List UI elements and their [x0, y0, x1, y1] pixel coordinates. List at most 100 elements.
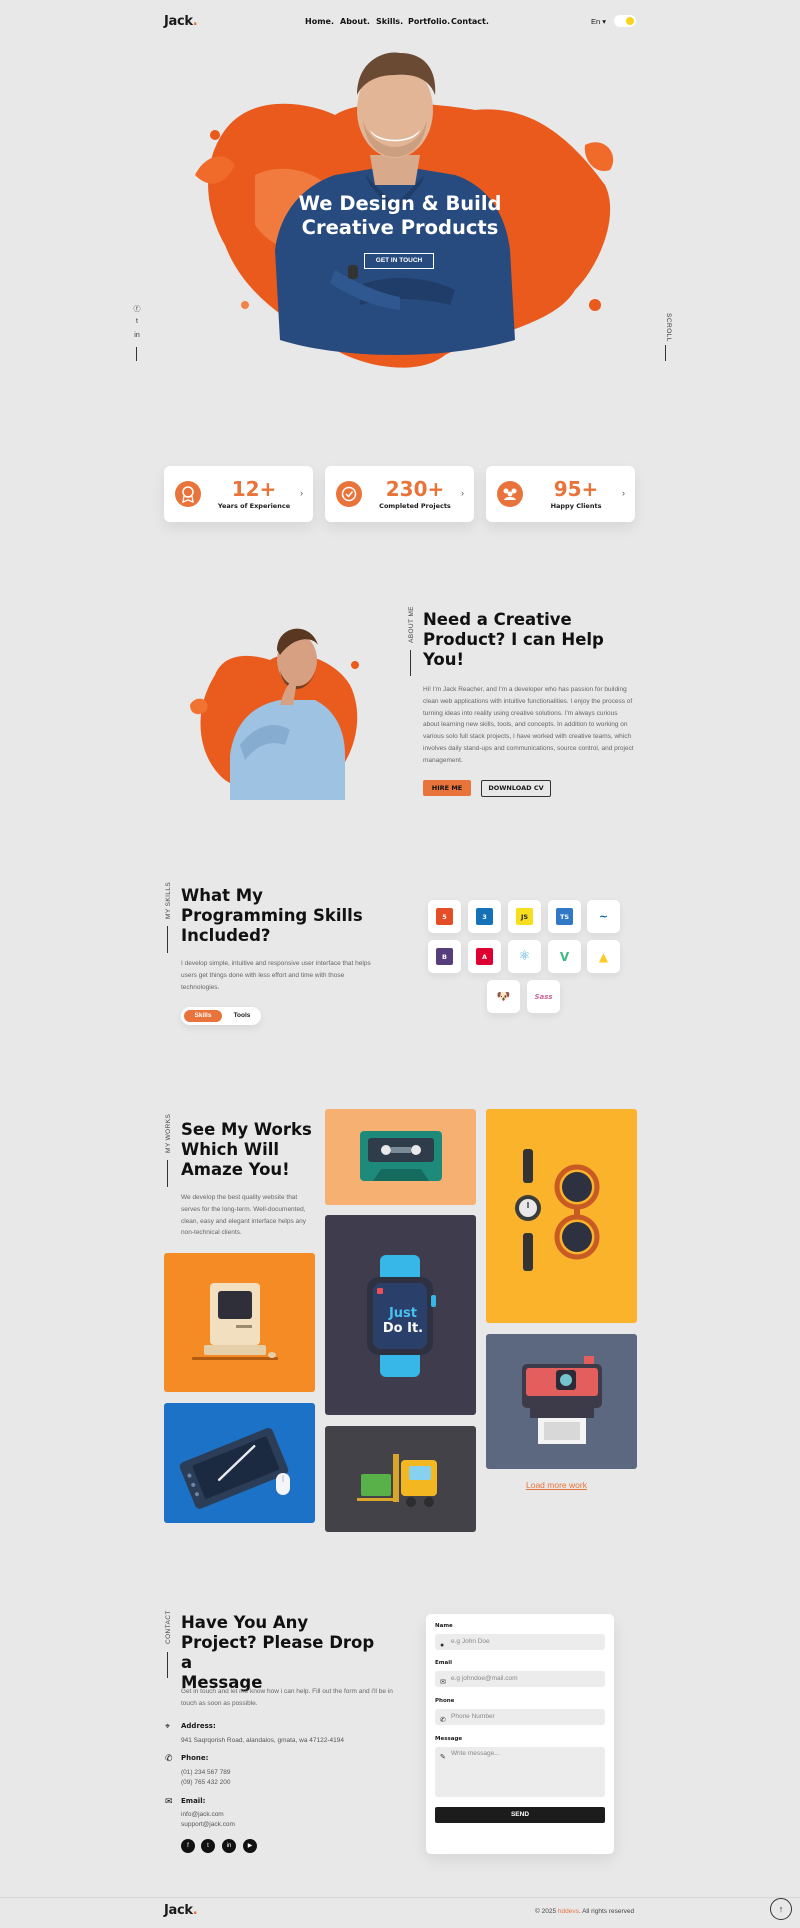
nav-portfolio[interactable]: Portfolio.	[408, 17, 450, 26]
users-icon	[497, 481, 523, 507]
copyright-text: © 2025 hddevs. All rights reserved	[535, 1908, 635, 1915]
works-side-label: MY WORKS	[165, 1113, 172, 1153]
address-label: Address:	[181, 1722, 216, 1730]
send-button[interactable]: SEND	[435, 1807, 605, 1823]
address-value: 941 Saqrqorish Road, alandalos, gmata, w…	[181, 1737, 344, 1744]
stat-label: Years of Experience	[217, 502, 291, 510]
chevron-right-icon: ›	[622, 488, 625, 498]
jquery-icon: ~	[587, 900, 620, 933]
portfolio-item-cassette[interactable]	[325, 1109, 476, 1205]
facebook-icon[interactable]: ⓕ	[133, 304, 141, 313]
load-more-link[interactable]: Load more work	[526, 1480, 587, 1490]
nav-home[interactable]: Home.	[305, 17, 334, 26]
footer-logo[interactable]: Jack.	[164, 1903, 198, 1918]
works-divider	[167, 1160, 168, 1187]
linkedin-icon[interactable]: in	[133, 332, 141, 340]
youtube-icon[interactable]: ▶	[243, 1839, 257, 1853]
stat-value: 230+	[385, 477, 445, 501]
language-select[interactable]: En ▾	[591, 17, 606, 26]
contact-text: Get in touch and let me know how i can h…	[181, 1688, 393, 1707]
typescript-icon: TS	[548, 900, 581, 933]
phone-icon: ✆	[165, 1753, 173, 1763]
portfolio-item-computer[interactable]	[164, 1253, 315, 1392]
phone-field[interactable]: ✆ Phone Number	[435, 1709, 605, 1725]
contact-title: Have You Any Project? Please Drop a Mess…	[181, 1613, 375, 1692]
phone-icon: ✆	[440, 1717, 446, 1724]
facebook-icon[interactable]: f	[181, 1839, 195, 1853]
twitter-icon[interactable]: t	[201, 1839, 215, 1853]
hire-me-button[interactable]: HIRE ME	[423, 780, 471, 796]
footer-divider	[0, 1897, 800, 1898]
theme-toggle[interactable]	[614, 15, 636, 27]
phone-label: Phone:	[181, 1754, 209, 1762]
map-pin-icon: ⌖	[165, 1721, 171, 1731]
scroll-indicator[interactable]: SCROLL	[665, 313, 672, 342]
about-image	[190, 628, 359, 800]
bootstrap-icon: B	[428, 940, 461, 973]
firebase-icon: ▲	[587, 940, 620, 973]
scroll-to-top-button[interactable]: ↑	[770, 1898, 792, 1920]
site-logo[interactable]: Jack.	[164, 14, 198, 29]
nav-skills[interactable]: Skills.	[376, 17, 403, 26]
react-icon: ⚛	[508, 940, 541, 973]
stat-card-projects[interactable]: 230+ Completed Projects ›	[325, 466, 474, 522]
hero-title: We Design & Build Creative Products	[298, 192, 502, 239]
stat-label: Happy Clients	[550, 502, 602, 510]
get-in-touch-button[interactable]: GET IN TOUCH	[364, 253, 434, 269]
watch-line-2: Do It.	[382, 1321, 424, 1336]
check-badge-icon	[336, 481, 362, 507]
mail-icon: ✉	[440, 1679, 446, 1686]
about-divider	[410, 650, 411, 676]
message-field[interactable]: ✎ Write message...	[435, 1747, 605, 1797]
skills-text: I develop simple, intuitive and responsi…	[181, 960, 371, 991]
email-value-2[interactable]: support@jack.com	[181, 1819, 235, 1830]
sun-toggle-icon	[626, 17, 634, 25]
phone-value-2[interactable]: (09) 765 432 200	[181, 1777, 231, 1788]
html5-icon: 5	[428, 900, 461, 933]
chevron-down-icon: ▾	[602, 17, 607, 26]
javascript-icon: JS	[508, 900, 541, 933]
nav-contact[interactable]: Contact.	[451, 17, 489, 26]
download-cv-button[interactable]: DOWNLOAD CV	[481, 780, 551, 797]
contact-form: Name ● e.g John Doe Email ✉ e.g johndoe@…	[426, 1614, 614, 1854]
stat-value: 12+	[231, 477, 277, 501]
nav-about[interactable]: About.	[340, 17, 370, 26]
stat-card-experience[interactable]: 12+ Years of Experience ›	[164, 466, 313, 522]
email-label: Email:	[181, 1797, 206, 1805]
hero-social-links: ⓕ t in	[133, 304, 141, 340]
contact-divider	[167, 1652, 168, 1678]
award-icon	[175, 481, 201, 507]
name-field[interactable]: ● e.g John Doe	[435, 1634, 605, 1650]
skills-side-label: MY SKILLS	[165, 881, 172, 919]
chevron-right-icon: ›	[300, 488, 303, 498]
about-side-label: ABOUT ME	[408, 605, 415, 643]
portfolio-item-camera[interactable]	[486, 1334, 637, 1469]
tab-tools[interactable]: Tools	[225, 1010, 259, 1022]
pug-icon: 🐶	[487, 980, 520, 1013]
portfolio-item-watch-glasses[interactable]	[486, 1109, 637, 1323]
user-icon: ●	[440, 1642, 445, 1649]
chevron-right-icon: ›	[461, 488, 464, 498]
portfolio-item-tablet[interactable]	[164, 1403, 315, 1523]
portfolio-item-forklift[interactable]	[325, 1426, 476, 1532]
skills-divider	[167, 926, 168, 953]
email-field[interactable]: ✉ e.g johndoe@mail.com	[435, 1671, 605, 1687]
stat-card-clients[interactable]: 95+ Happy Clients ›	[486, 466, 635, 522]
vue-icon: V	[548, 940, 581, 973]
tab-skills[interactable]: Skills	[184, 1010, 222, 1022]
works-title: See My Works Which Will Amaze You!	[181, 1120, 312, 1179]
copyright-brand[interactable]: hddevs	[558, 1908, 579, 1915]
works-text: We develop the best quality website that…	[181, 1194, 307, 1237]
angular-icon: A	[468, 940, 501, 973]
stat-label: Completed Projects	[379, 502, 451, 510]
css3-icon: 3	[468, 900, 501, 933]
stat-value: 95+	[553, 477, 599, 501]
about-title: Need a Creative Product? I can Help You!	[423, 610, 604, 669]
twitter-icon[interactable]: t	[133, 318, 141, 326]
skills-title: What My Programming Skills Included?	[181, 886, 363, 945]
linkedin-icon[interactable]: in	[222, 1839, 236, 1853]
sass-icon: Sass	[527, 980, 560, 1013]
watch-line-1: Just	[388, 1306, 418, 1321]
skills-tabs: Skills Tools	[181, 1007, 261, 1025]
about-text: Hi! I'm Jack Reacher, and I'm a develope…	[423, 686, 634, 764]
